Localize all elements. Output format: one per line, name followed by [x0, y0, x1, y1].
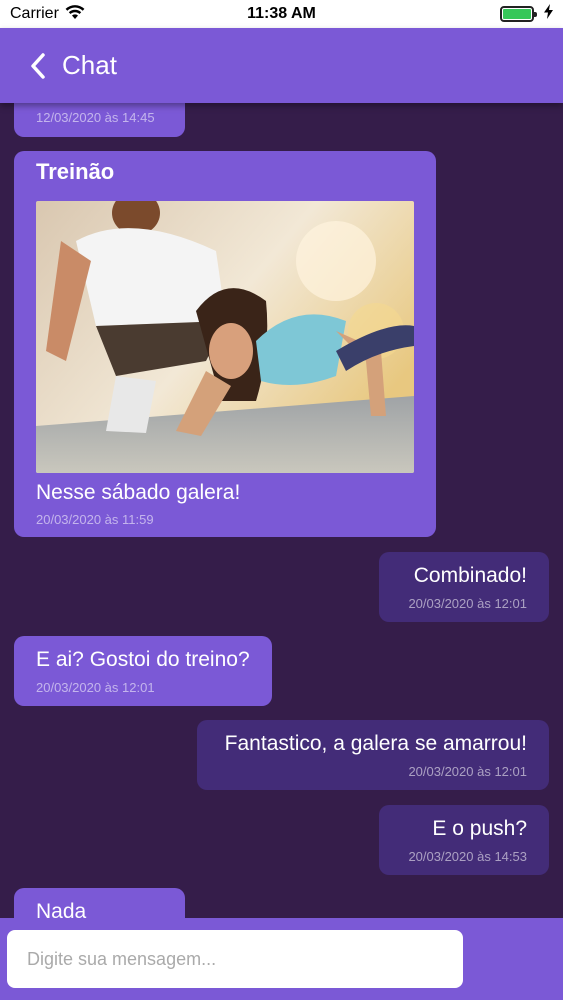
message-title: Treinão — [36, 159, 115, 184]
status-bar: Carrier 11:38 AM — [0, 0, 563, 28]
message-text: E ai? Gostoi do treino? — [36, 648, 250, 671]
message-bubble-sent: Fantastico, a galera se amarrou! 20/03/2… — [197, 720, 549, 790]
message-text: Combinado! — [413, 564, 527, 587]
message-list[interactable]: 12/03/2020 às 14:45 Treinão Nesse sábado… — [0, 103, 563, 918]
message-text: Fantastico, a galera se amarrou! — [224, 732, 527, 755]
message-text: Nada — [36, 900, 87, 918]
composer-bar — [0, 918, 563, 1000]
message-text: Nesse sábado galera! — [36, 481, 241, 504]
message-text: E o push? — [432, 817, 527, 840]
message-bubble-sent: E o push? 20/03/2020 às 14:53 — [379, 805, 549, 875]
message-bubble-received: 12/03/2020 às 14:45 — [14, 103, 185, 137]
carrier-label: Carrier — [10, 5, 59, 22]
message-bubble-received: E ai? Gostoi do treino? 20/03/2020 às 12… — [14, 636, 272, 706]
status-left: Carrier — [10, 4, 85, 25]
workout-photo[interactable] — [36, 201, 414, 473]
message-time: 20/03/2020 às 12:01 — [408, 764, 527, 779]
back-button[interactable] — [24, 46, 52, 86]
charging-bolt-icon — [544, 4, 553, 24]
message-bubble-sent: Combinado! 20/03/2020 às 12:01 — [379, 552, 549, 622]
page-title: Chat — [62, 50, 117, 80]
nav-bar: Chat — [0, 28, 563, 103]
message-time: 20/03/2020 às 11:59 — [36, 512, 154, 527]
wifi-icon — [65, 4, 85, 25]
battery-icon — [500, 6, 537, 22]
message-input[interactable] — [7, 930, 463, 988]
message-time: 20/03/2020 às 12:01 — [36, 680, 155, 695]
message-bubble-received: Nada — [14, 888, 185, 918]
chevron-left-icon — [31, 52, 45, 79]
message-time: 12/03/2020 às 14:45 — [36, 110, 155, 125]
status-right — [500, 4, 553, 24]
message-time: 20/03/2020 às 14:53 — [408, 849, 527, 864]
message-bubble-received: Treinão Nesse sábado galera! 20/03/2020 … — [14, 151, 436, 537]
message-time: 20/03/2020 às 12:01 — [408, 596, 527, 611]
